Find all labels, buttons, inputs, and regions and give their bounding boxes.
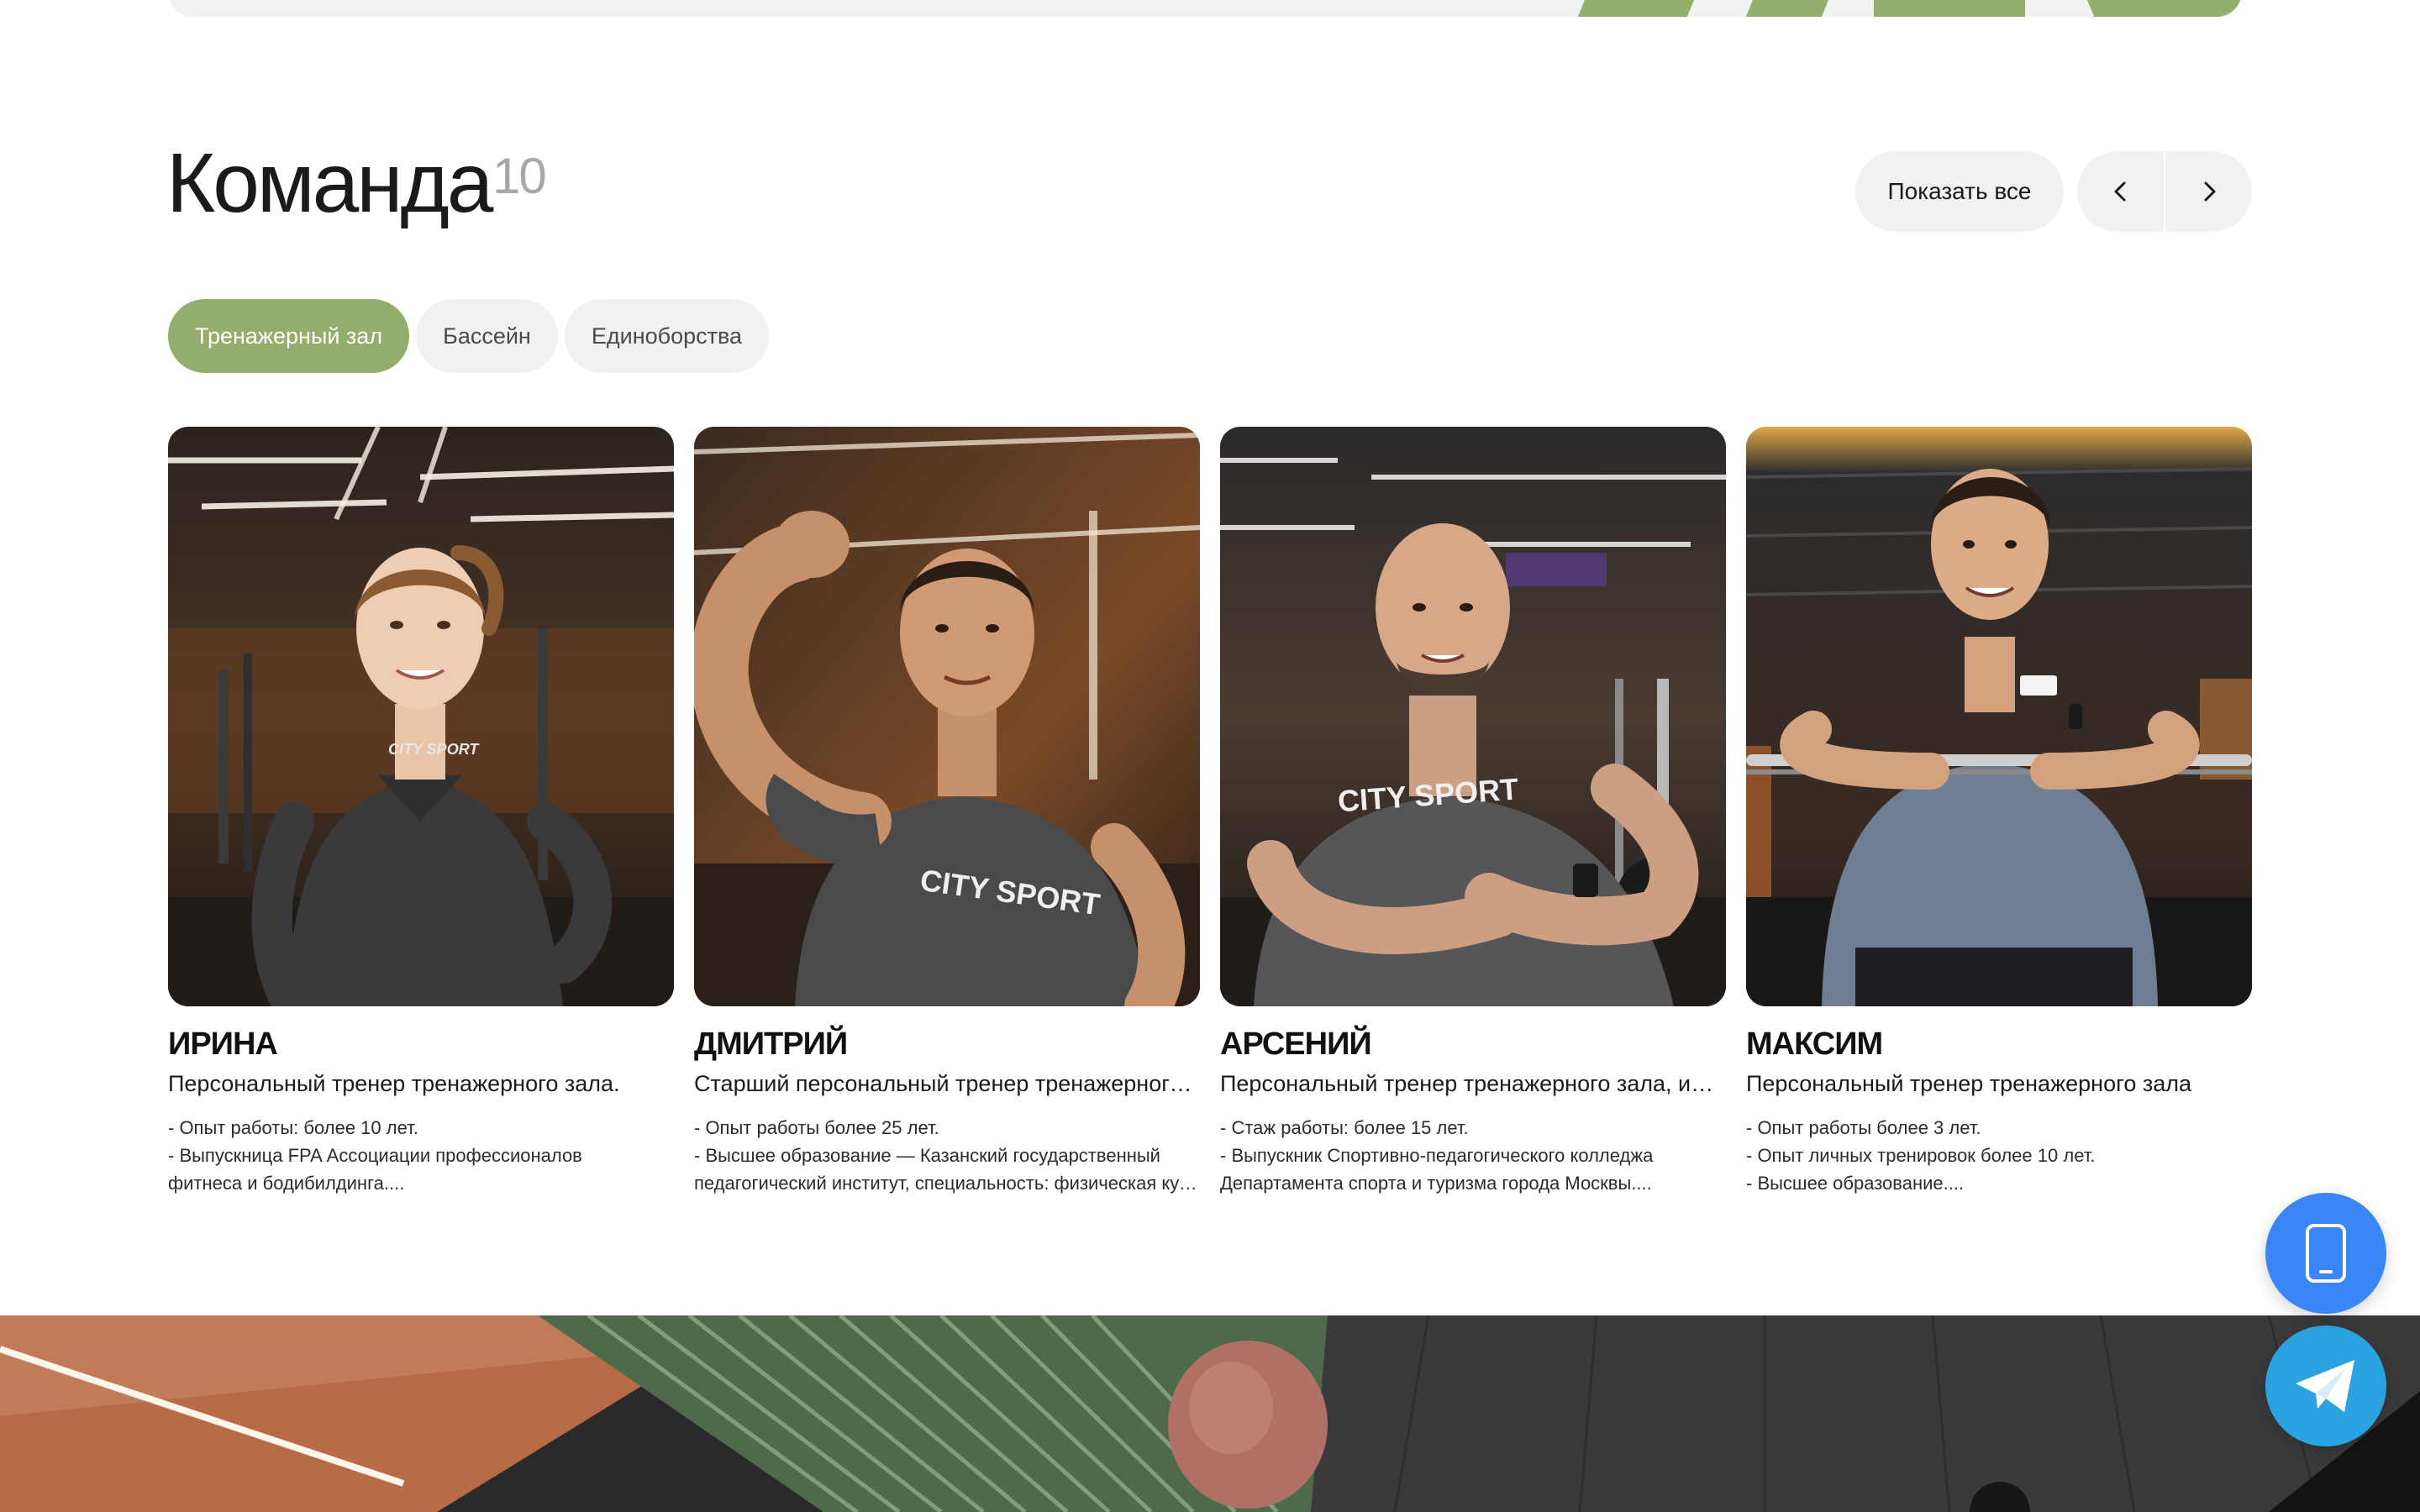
trainer-card[interactable]: CITY SPORT ДМИТРИЙ Старший персональный … <box>694 427 1200 1197</box>
trainer-description: - Стаж работы: более 15 лет. - Выпускник… <box>1220 1117 1654 1194</box>
next-button[interactable] <box>2164 151 2252 232</box>
phone-button[interactable] <box>2265 1193 2386 1314</box>
trainer-name: МАКСИМ <box>1746 1026 1883 1062</box>
phone-icon <box>2306 1224 2346 1283</box>
trainer-card[interactable]: МАКСИМ Персональный тренер тренажерного … <box>1746 427 2252 1197</box>
trainer-role: Старший персональный тренер тренажерного… <box>694 1071 1200 1096</box>
trainer-photo: CITY SPORT <box>168 427 674 1006</box>
carousel-nav <box>2077 151 2252 232</box>
trainer-name: АРСЕНИЙ <box>1220 1026 1372 1062</box>
trainer-photo: CITY SPORT <box>694 427 1200 1006</box>
shirt-logo: CITY SPORT <box>388 741 480 758</box>
trainer-photo: CITY SPORT <box>1220 427 1726 1006</box>
chevron-right-icon <box>2204 181 2215 202</box>
next-section-banner <box>0 1315 2420 1512</box>
category-filters: Тренажерный зал Бассейн Единоборства <box>168 299 770 373</box>
team-count: 10 <box>492 148 547 204</box>
prev-button[interactable] <box>2077 151 2164 232</box>
trainer-description: - Опыт работы более 3 лет. - Опыт личных… <box>1746 1117 2096 1194</box>
telegram-icon <box>2296 1360 2354 1412</box>
previous-section-strip <box>168 0 2242 17</box>
telegram-button[interactable] <box>2265 1326 2386 1446</box>
trainer-role: Персональный тренер тренажерного зала. <box>168 1071 620 1096</box>
trainer-name: ИРИНА <box>168 1026 278 1062</box>
filter-pool[interactable]: Бассейн <box>416 299 558 373</box>
trainer-card[interactable]: CITY SPORT ИРИНА Персональный тренер тре… <box>168 427 674 1197</box>
trainer-description: - Опыт работы: более 10 лет. - Выпускниц… <box>168 1117 582 1194</box>
section-title: Команда <box>166 136 493 230</box>
trainer-role: Персональный тренер тренажерного зала, и… <box>1220 1071 1726 1096</box>
trainer-photo <box>1746 427 2252 1006</box>
show-all-button[interactable]: Показать все <box>1855 151 2064 232</box>
trainer-description: - Опыт работы более 25 лет. - Высшее обр… <box>694 1117 1200 1194</box>
trainer-cards: CITY SPORT ИРИНА Персональный тренер тре… <box>168 427 2252 1197</box>
chevron-left-icon <box>2114 181 2125 202</box>
trainer-name: ДМИТРИЙ <box>694 1026 848 1062</box>
trainer-role: Персональный тренер тренажерного зала <box>1746 1071 2192 1096</box>
trainer-card[interactable]: CITY SPORT АРСЕНИЙ Персональный тренер т… <box>1220 427 1726 1197</box>
filter-gym[interactable]: Тренажерный зал <box>168 299 410 373</box>
filter-martial-arts[interactable]: Единоборства <box>564 299 770 373</box>
